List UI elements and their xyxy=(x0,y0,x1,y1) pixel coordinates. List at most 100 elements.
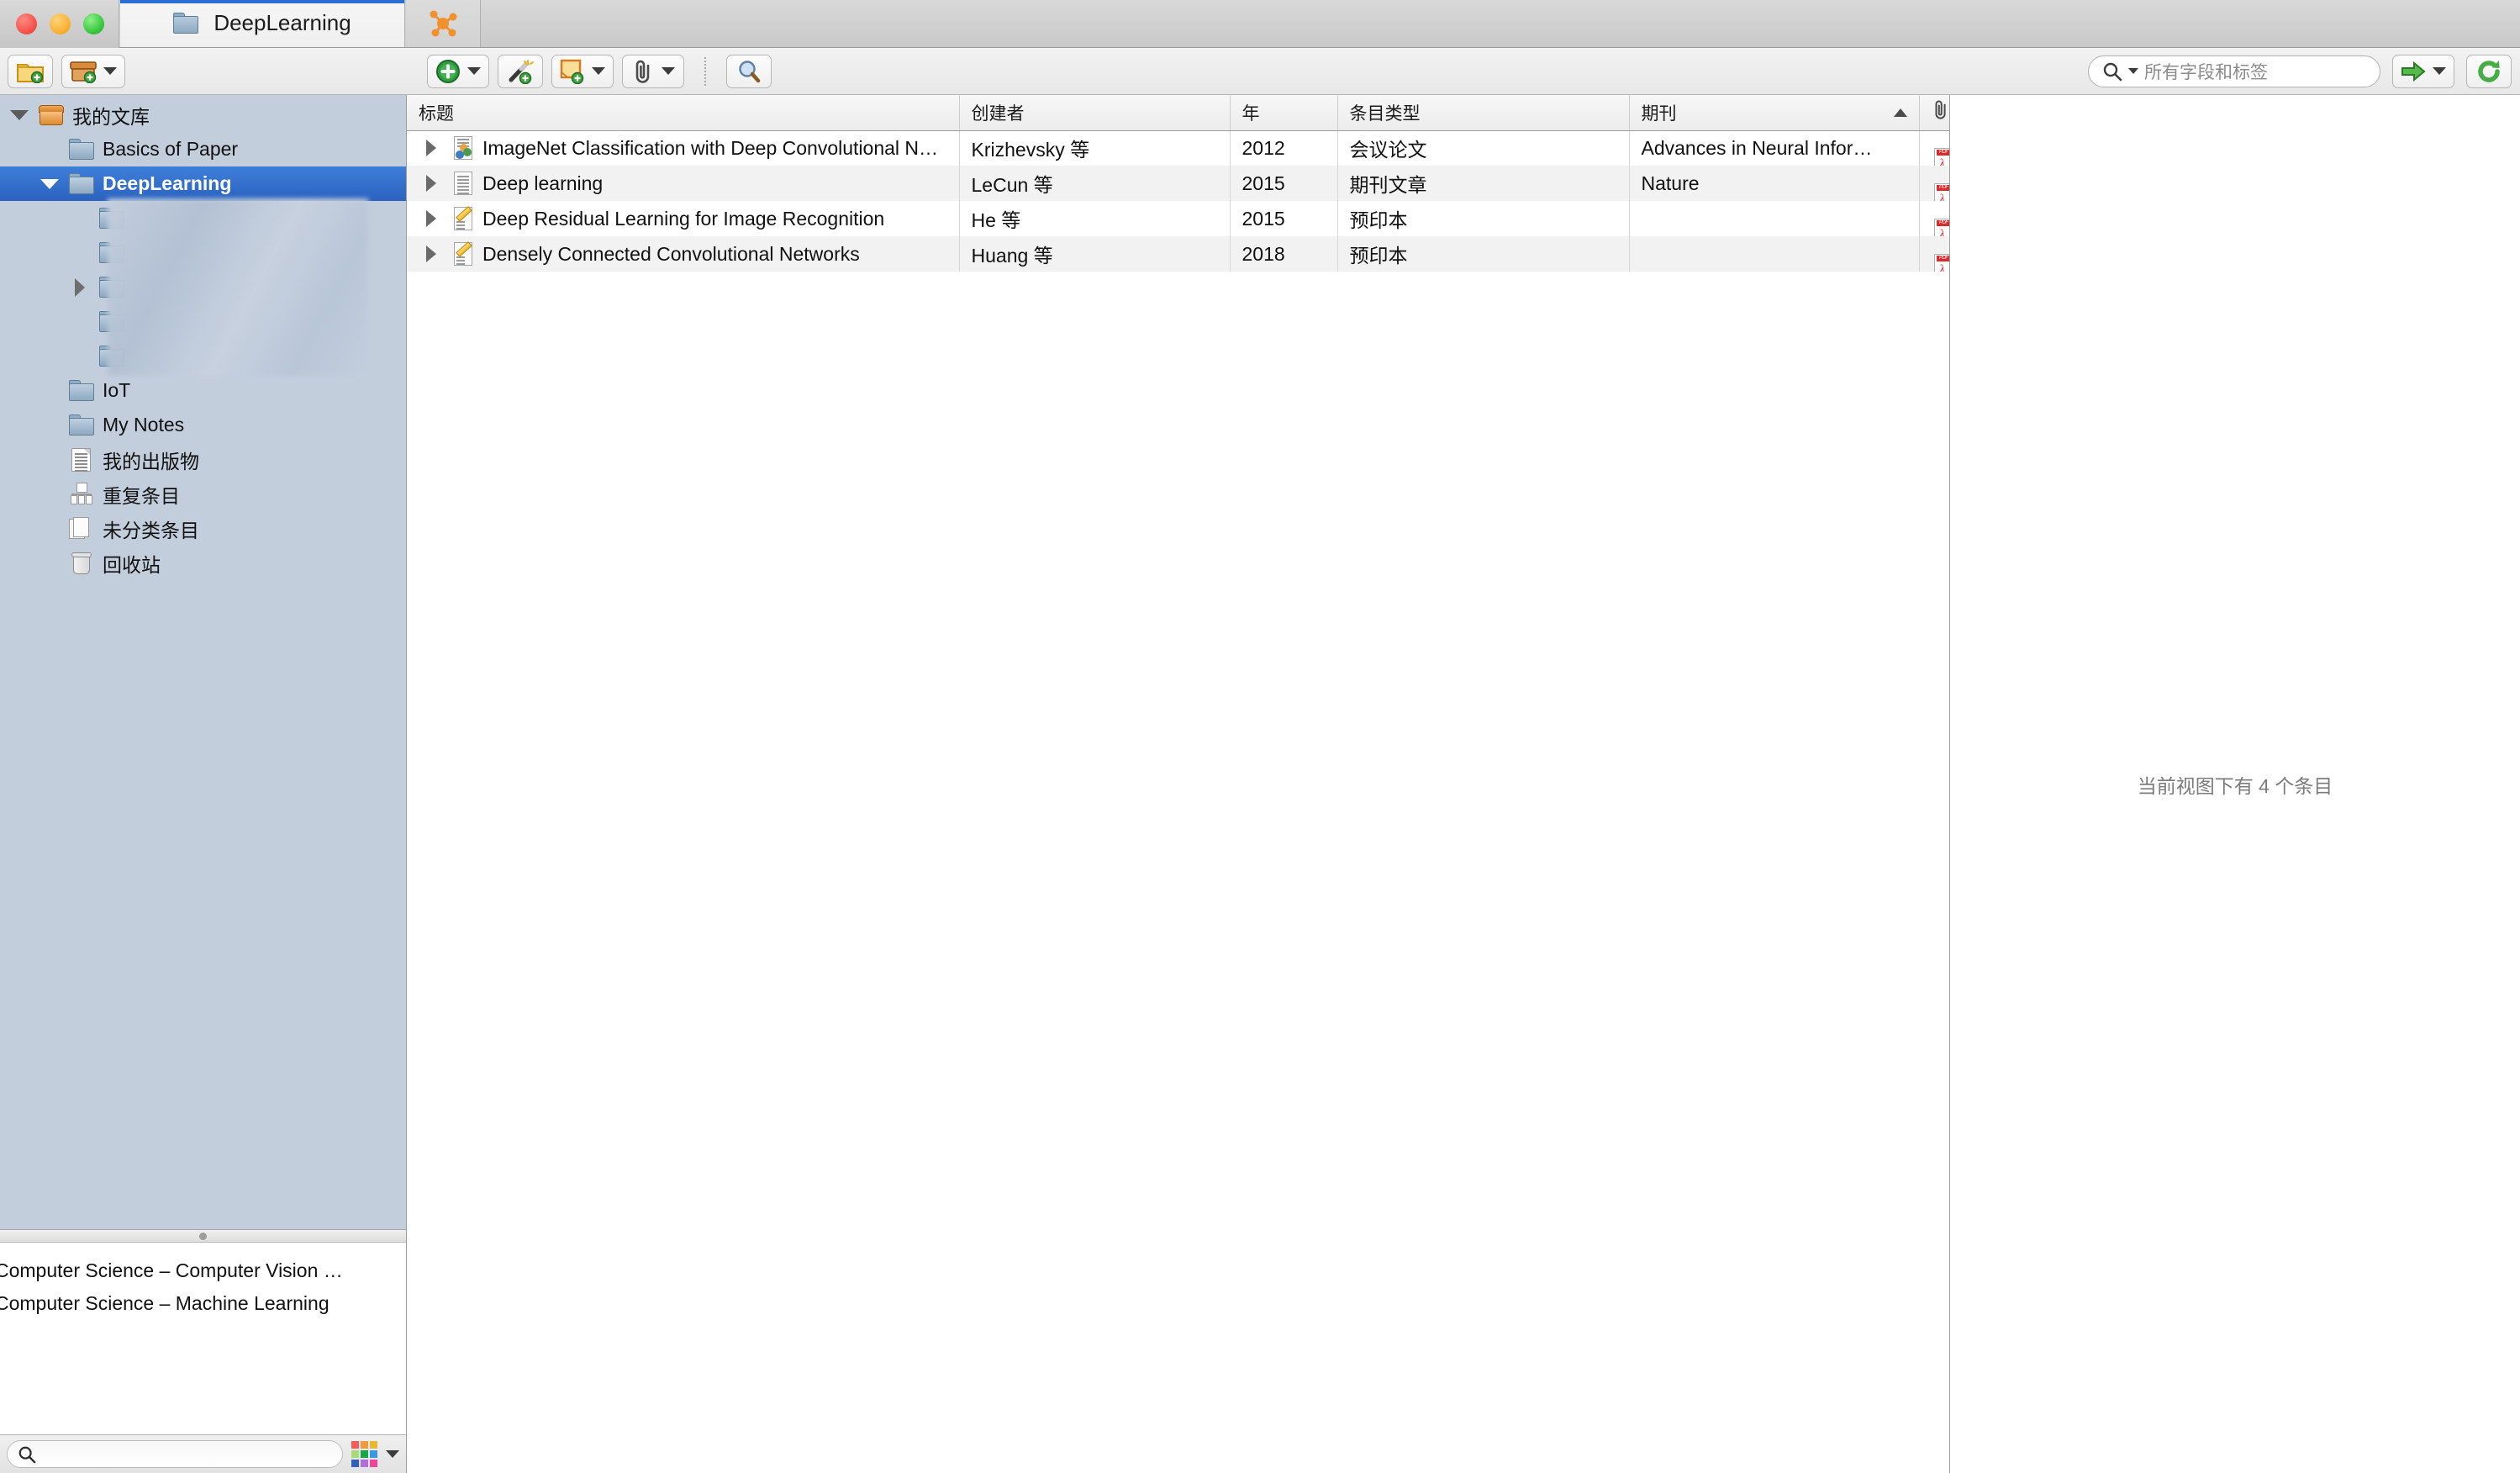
chevron-down-icon[interactable] xyxy=(2128,68,2138,74)
cell-attachment[interactable]: PDF λ xyxy=(1919,130,1949,166)
locate-button[interactable] xyxy=(2392,54,2454,88)
column-header-attachment[interactable] xyxy=(1919,95,1949,131)
tag-color-grid[interactable] xyxy=(351,1441,377,1467)
molecule-icon xyxy=(430,10,457,36)
sidebar-item-label: IoT xyxy=(103,379,131,401)
sidebar-item-label: 未分类条目 xyxy=(103,519,199,541)
folder-icon xyxy=(69,138,94,161)
sidebar-item-回收站[interactable]: 回收站 xyxy=(0,546,406,580)
cell-attachment[interactable]: PDF λ xyxy=(1919,236,1949,272)
add-item-by-identifier-button[interactable] xyxy=(498,54,543,88)
chevron-right-icon[interactable] xyxy=(419,175,444,192)
sidebar-item-4[interactable] xyxy=(0,235,406,270)
sidebar-item-3[interactable] xyxy=(0,201,406,235)
tab-molecule[interactable] xyxy=(405,0,481,47)
minimize-window-button[interactable] xyxy=(50,13,71,34)
window-controls xyxy=(0,0,119,48)
search-input[interactable]: 所有字段和标签 xyxy=(2088,55,2380,87)
tag-color-swatch[interactable] xyxy=(370,1441,377,1449)
chevron-right-icon[interactable] xyxy=(419,246,444,262)
tab-deeplearning[interactable]: DeepLearning xyxy=(119,0,405,47)
folder-icon xyxy=(99,345,124,367)
magic-wand-icon xyxy=(509,59,534,84)
sidebar-item-IoT[interactable]: IoT xyxy=(0,373,406,408)
column-header-title[interactable]: 标题 xyxy=(407,95,960,131)
sidebar-item-我的出版物[interactable]: 我的出版物 xyxy=(0,442,406,477)
sync-button[interactable] xyxy=(2466,54,2512,88)
tab-label: DeepLearning xyxy=(214,10,351,35)
cell-item-type: 预印本 xyxy=(1337,236,1630,272)
item-pane: 当前视图下有 4 个条目 xyxy=(1950,95,2520,1473)
tag-color-swatch[interactable] xyxy=(361,1460,368,1467)
sidebar-item-重复条目[interactable]: 重复条目 xyxy=(0,477,406,511)
collections-tree[interactable]: 我的文库 Basics of Paper DeepLearning IoT My Not… xyxy=(0,95,406,1229)
column-header-creator[interactable]: 创建者 xyxy=(959,95,1231,131)
sidebar-item-Basics of Paper[interactable]: Basics of Paper xyxy=(0,132,406,166)
document-icon xyxy=(69,448,94,472)
table-row[interactable]: ImageNet Classification with Deep Convol… xyxy=(407,130,1949,166)
chevron-down-icon xyxy=(467,67,481,75)
cell-title[interactable]: Deep Residual Learning for Image Recogni… xyxy=(407,201,960,236)
chevron-down-icon[interactable] xyxy=(8,109,30,120)
tag-item[interactable]: Computer Science – Machine Learning xyxy=(0,1287,406,1320)
green-arrow-icon xyxy=(2401,61,2426,82)
column-header-year[interactable]: 年 xyxy=(1230,95,1338,131)
sidebar-item-未分类条目[interactable]: 未分类条目 xyxy=(0,511,406,546)
new-collection-button[interactable] xyxy=(8,54,53,88)
library-icon xyxy=(39,103,64,126)
sidebar-item-我的文库[interactable]: 我的文库 xyxy=(0,98,406,132)
cell-publication: Advances in Neural Infor… xyxy=(1629,130,1920,166)
folder-icon xyxy=(99,276,124,298)
tag-color-swatch[interactable] xyxy=(351,1441,359,1449)
sidebar-item-5[interactable] xyxy=(0,270,406,304)
trash-icon xyxy=(69,552,94,574)
cell-year: 2015 xyxy=(1230,201,1338,236)
chevron-right-icon[interactable] xyxy=(419,210,444,227)
table-row[interactable]: Densely Connected Convolutional Networks… xyxy=(407,236,1949,272)
cell-title[interactable]: Deep learning xyxy=(407,166,960,201)
tag-color-swatch[interactable] xyxy=(370,1460,377,1467)
search-placeholder: 所有字段和标签 xyxy=(2144,62,2268,82)
column-header-publication[interactable]: 期刊 xyxy=(1629,95,1920,131)
add-attachment-button[interactable] xyxy=(622,54,684,88)
sidebar-item-7[interactable] xyxy=(0,339,406,373)
tag-color-swatch[interactable] xyxy=(351,1460,359,1467)
advanced-search-button[interactable] xyxy=(726,54,772,88)
cell-creator: He 等 xyxy=(959,201,1231,236)
table-row[interactable]: Deep learning LeCun 等 2015 期刊文章 Nature PDF λ xyxy=(407,166,1949,201)
chevron-right-icon[interactable] xyxy=(69,277,91,297)
new-note-button[interactable] xyxy=(551,54,614,88)
items-pane: 标题 创建者 年 条目类型 期刊 ImageNet Classification… xyxy=(407,95,1950,1473)
chevron-down-icon[interactable] xyxy=(386,1450,399,1458)
chevron-right-icon[interactable] xyxy=(419,140,444,157)
tag-color-swatch[interactable] xyxy=(361,1441,368,1449)
zoom-window-button[interactable] xyxy=(83,13,104,34)
cell-creator: LeCun 等 xyxy=(959,166,1231,201)
journal-article-icon xyxy=(452,171,474,196)
sidebar-item-label: My Notes xyxy=(103,414,185,436)
cell-title[interactable]: ImageNet Classification with Deep Convol… xyxy=(407,130,960,166)
tag-selector[interactable]: Computer Science – Computer Vision … Comp… xyxy=(0,1243,406,1434)
pane-splitter[interactable] xyxy=(0,1229,406,1243)
tag-color-swatch[interactable] xyxy=(351,1450,359,1458)
tag-item[interactable]: Computer Science – Computer Vision … xyxy=(0,1254,406,1287)
tag-color-swatch[interactable] xyxy=(361,1450,368,1458)
sidebar-item-DeepLearning[interactable]: DeepLearning xyxy=(0,166,406,201)
cell-creator: Krizhevsky 等 xyxy=(959,130,1231,166)
cell-attachment[interactable]: PDF λ xyxy=(1919,166,1949,201)
cell-attachment[interactable]: PDF λ xyxy=(1919,201,1949,236)
new-library-button[interactable] xyxy=(61,54,125,88)
table-row[interactable]: Deep Residual Learning for Image Recogni… xyxy=(407,201,1949,236)
chevron-down-icon[interactable] xyxy=(39,178,61,189)
cell-title[interactable]: Densely Connected Convolutional Networks xyxy=(407,236,960,272)
sidebar-item-My Notes[interactable]: My Notes xyxy=(0,408,406,442)
sort-ascending-icon xyxy=(1893,108,1907,117)
sidebar-item-6[interactable] xyxy=(0,304,406,339)
tag-filter-input[interactable] xyxy=(7,1440,343,1468)
column-header-item-type[interactable]: 条目类型 xyxy=(1337,95,1630,131)
title-bar: DeepLearning xyxy=(0,0,2520,48)
close-window-button[interactable] xyxy=(16,13,37,34)
new-item-button[interactable] xyxy=(427,54,489,88)
left-pane: 我的文库 Basics of Paper DeepLearning IoT My Not… xyxy=(0,95,407,1473)
tag-color-swatch[interactable] xyxy=(370,1450,377,1458)
